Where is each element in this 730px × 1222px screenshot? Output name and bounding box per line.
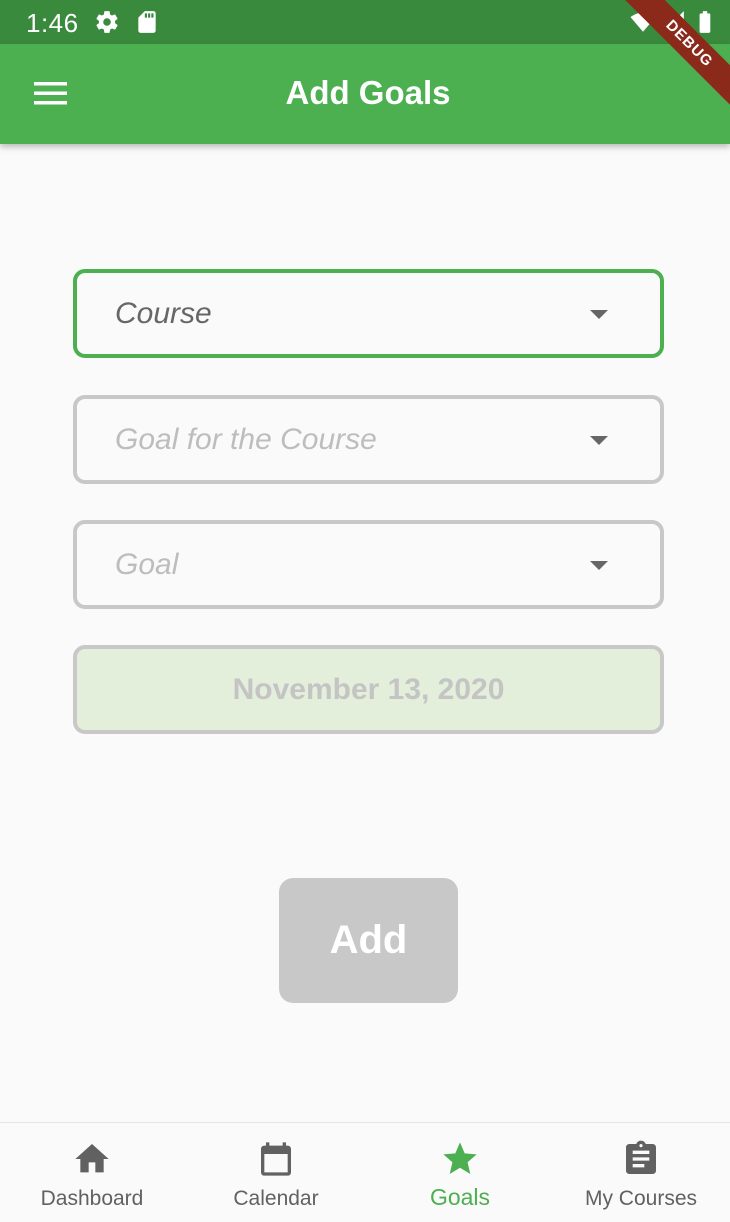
battery-icon	[699, 11, 711, 33]
date-value: November 13, 2020	[232, 673, 505, 706]
nav-label-calendar: Calendar	[233, 1187, 319, 1210]
wifi-icon	[630, 12, 656, 32]
dropdown-arrow-icon	[590, 561, 608, 570]
settings-icon	[96, 11, 118, 33]
app-bar: Add Goals	[0, 44, 730, 144]
add-button[interactable]: Add	[279, 878, 458, 1003]
nav-item-dashboard[interactable]: Dashboard	[0, 1123, 184, 1222]
bottom-navigation: Dashboard Calendar Goals My Courses	[0, 1122, 730, 1222]
goal-dropdown[interactable]: Goal	[73, 520, 664, 609]
date-picker-field[interactable]: November 13, 2020	[73, 645, 664, 734]
page-title: Add Goals	[285, 74, 451, 111]
dropdown-arrow-icon	[590, 310, 608, 319]
status-time: 1:46	[26, 8, 79, 38]
nav-item-goals[interactable]: Goals	[368, 1123, 552, 1222]
nav-item-my-courses[interactable]: My Courses	[552, 1123, 730, 1222]
nav-label-my-courses: My Courses	[584, 1187, 698, 1210]
course-dropdown-label: Course	[115, 297, 212, 330]
course-dropdown[interactable]: Course	[73, 269, 664, 358]
dropdown-arrow-icon	[590, 436, 608, 445]
nav-label-goals: Goals	[429, 1184, 491, 1210]
status-bar: 1:46	[0, 0, 730, 44]
nav-label-dashboard: Dashboard	[40, 1187, 144, 1210]
goal-for-course-dropdown-label: Goal for the Course	[115, 423, 377, 456]
signal-icon	[662, 11, 684, 33]
nav-item-calendar[interactable]: Calendar	[184, 1123, 368, 1222]
goal-for-course-dropdown[interactable]: Goal for the Course	[73, 395, 664, 484]
calendar-icon	[261, 1142, 291, 1176]
clipboard-icon	[626, 1140, 656, 1174]
home-icon	[75, 1144, 109, 1173]
sd-card-icon	[138, 11, 156, 33]
star-icon	[443, 1142, 477, 1174]
goal-dropdown-label: Goal	[115, 548, 179, 581]
